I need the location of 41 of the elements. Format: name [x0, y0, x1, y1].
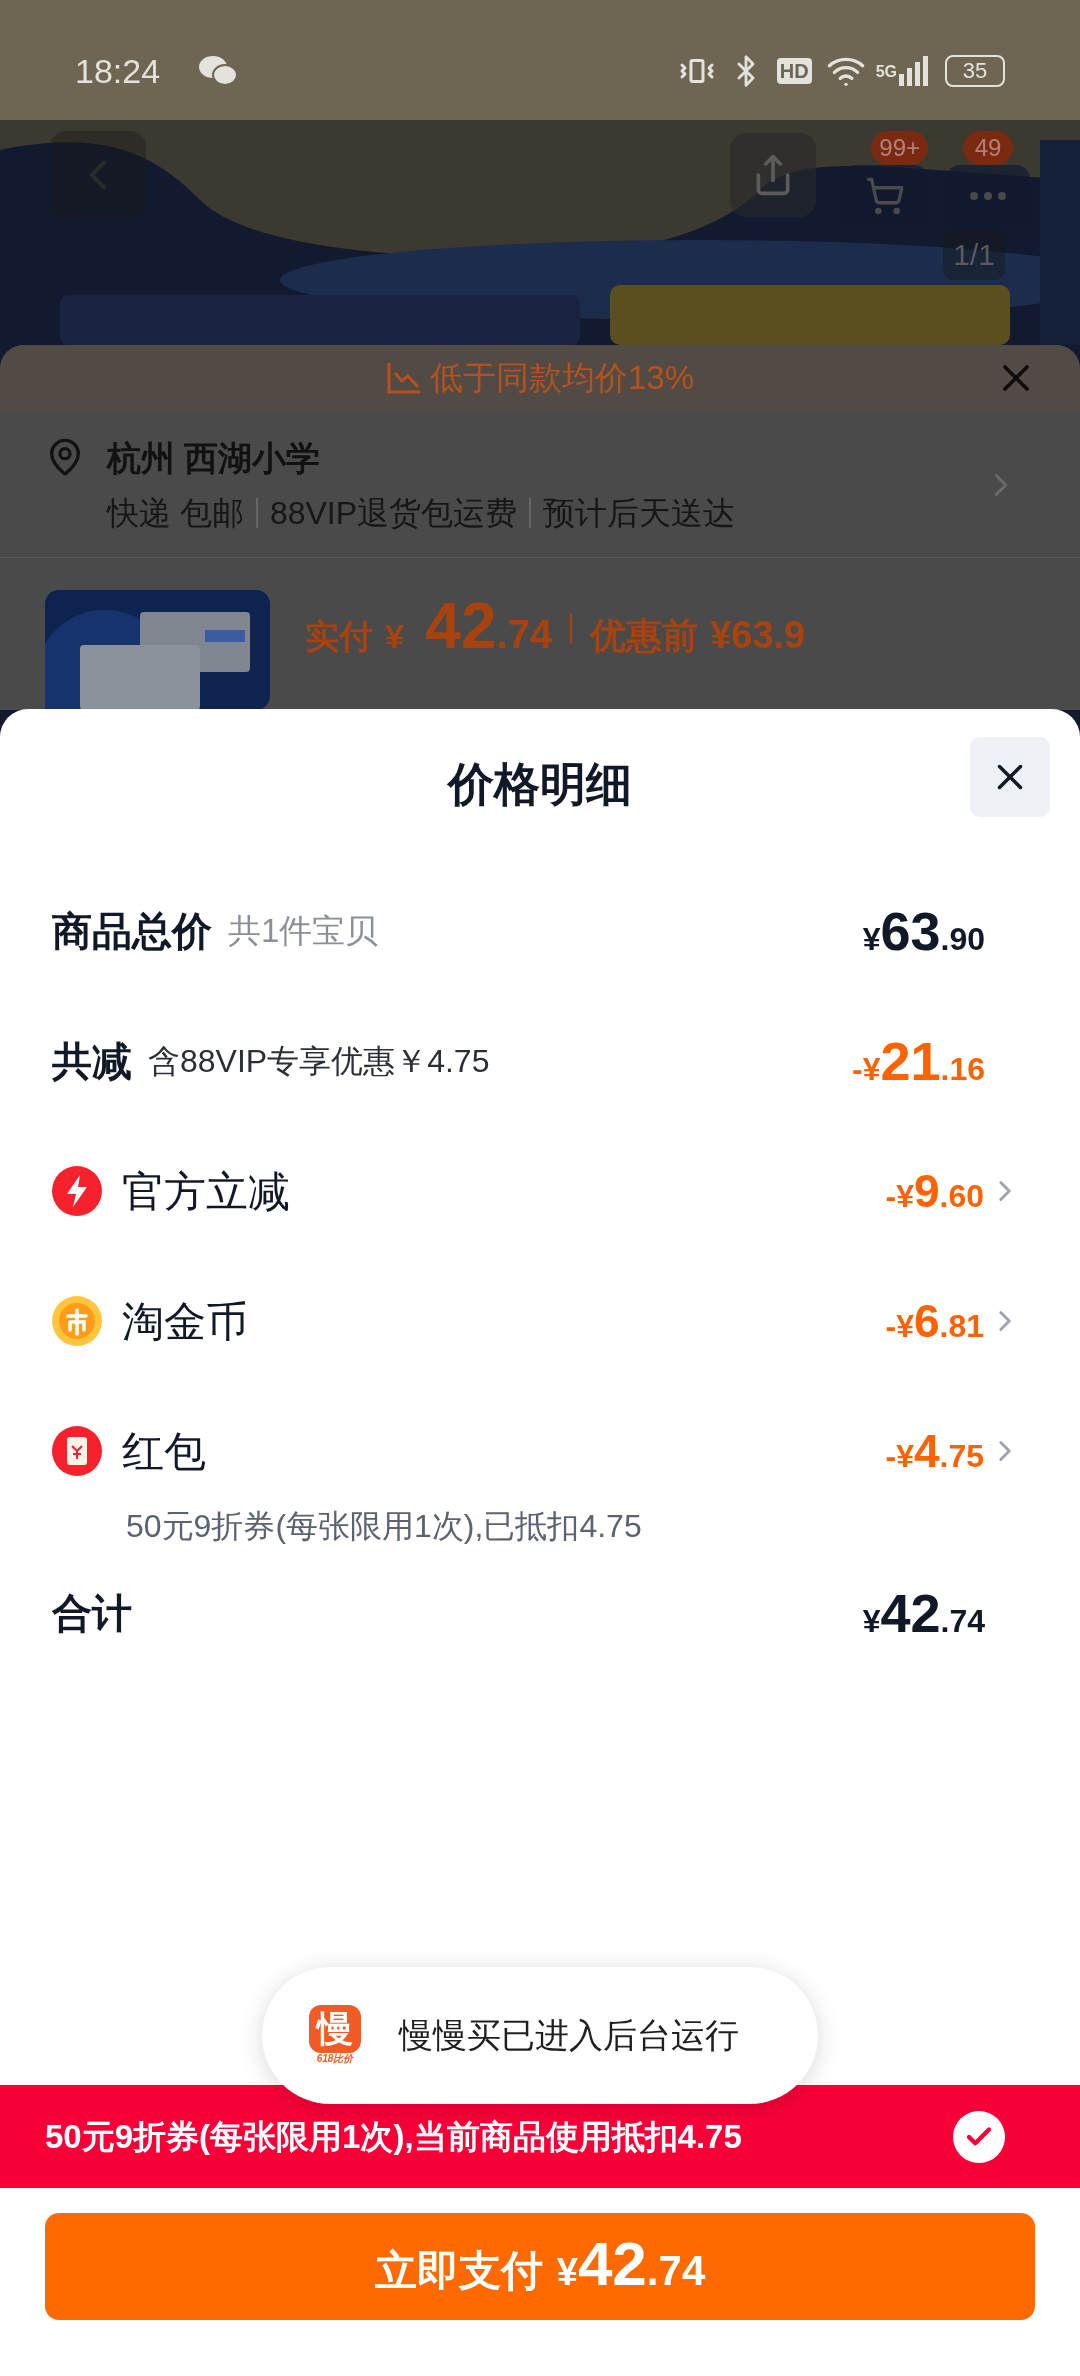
row-note: 含88VIP专享优惠￥4.75 [148, 1042, 490, 1081]
amount: ¥63.90 [862, 904, 985, 958]
amount: -¥21.16 [852, 1034, 985, 1088]
amount: -¥9.60 [885, 1168, 984, 1214]
sheet-title: 价格明细 [448, 757, 632, 812]
sum-label: 合计 [52, 1590, 132, 1637]
hd-badge: HD [776, 58, 812, 84]
page-indicator: 1/1 [943, 230, 1005, 280]
sum-amount: ¥42.74 [862, 1586, 985, 1640]
price-label: 实付 [305, 616, 373, 657]
cart-icon [865, 176, 905, 216]
coin-icon [52, 1296, 102, 1346]
toast-message: 慢慢买已进入后台运行 [399, 2015, 739, 2056]
row-label: 共减 [52, 1038, 132, 1085]
original-price-label: 优惠前 [590, 614, 699, 658]
share-button[interactable] [730, 133, 816, 217]
pay-button[interactable]: 立即支付 ¥42.74 [45, 2213, 1035, 2320]
signal-icon [899, 56, 929, 86]
amount: -¥6.81 [885, 1298, 984, 1344]
battery-indicator: 35 [945, 55, 1005, 87]
back-button[interactable] [50, 131, 146, 219]
network-type: 5G [875, 62, 897, 82]
row-note: 共1件宝贝 [228, 911, 379, 952]
price-trend-icon [385, 360, 422, 395]
more-icon [970, 192, 1006, 200]
close-button[interactable] [970, 737, 1050, 817]
clock: 18:24 [75, 50, 161, 92]
row-label: 官方立减 [122, 1166, 290, 1217]
row-label: 红包 [122, 1426, 206, 1477]
money-envelope-icon [52, 1426, 102, 1476]
price-notice: 低于同款均价13% [429, 357, 695, 398]
coupon-text: 50元9折券(每张限用1次),当前商品使用抵扣4.75 [45, 2116, 742, 2157]
coupon-detail: 50元9折券(每张限用1次),已抵扣4.75 [125, 1507, 642, 1546]
lightning-icon [52, 1166, 102, 1216]
row-label: 商品总价 [52, 908, 212, 955]
paid-price: ¥ 42.74 [385, 594, 553, 658]
address: 杭州 西湖小学 [107, 438, 322, 479]
amount: -¥4.75 [885, 1428, 984, 1474]
row-label: 淘金币 [122, 1296, 248, 1347]
coupon-checkbox[interactable] [953, 2110, 1005, 2163]
original-price: ¥63.9 [710, 613, 806, 658]
